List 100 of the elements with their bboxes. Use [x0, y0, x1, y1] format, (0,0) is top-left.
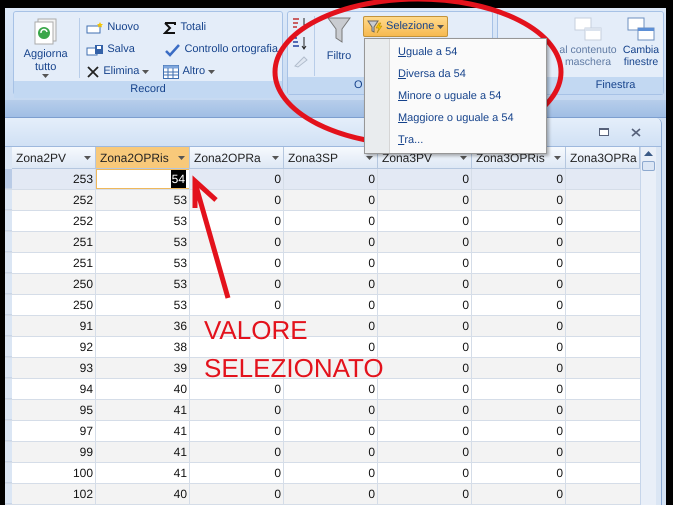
table-cell-text: 0	[368, 192, 375, 209]
table-cell-text: 0	[368, 381, 375, 398]
row-selector[interactable]	[5, 274, 12, 294]
table-cell-text: 41	[174, 465, 187, 482]
table-cell-text: 0	[368, 486, 375, 503]
save-icon	[86, 42, 104, 56]
table-cell-text: 0	[368, 402, 375, 419]
menu-item[interactable]: Uguale a 54	[390, 41, 520, 63]
row-selector[interactable]	[5, 232, 12, 252]
dropdown-caret-icon	[272, 156, 279, 160]
table-cell-text: 0	[556, 465, 563, 482]
ribbon-button[interactable]: Elimina	[86, 62, 158, 81]
row-selector[interactable]	[5, 484, 12, 504]
table-icon	[163, 64, 180, 78]
table-cell-text: 0	[556, 381, 563, 398]
ribbon-button[interactable]: Salva	[86, 40, 158, 59]
table-cell-text: 0	[368, 276, 375, 293]
maximize-icon[interactable]	[599, 128, 609, 136]
table-cell-text: 53	[174, 255, 187, 272]
table-cell-text: 252	[72, 213, 93, 230]
row-selector[interactable]	[5, 316, 12, 336]
table-cell-text: 41	[174, 444, 187, 461]
table-cell-text: 36	[174, 318, 187, 335]
row-selector[interactable]	[5, 253, 12, 273]
table-cell-text: 0	[462, 381, 469, 398]
dropdown-caret-icon	[554, 156, 561, 160]
table-cell-text: 251	[72, 234, 93, 251]
table-cell-text: 102	[72, 486, 93, 503]
row-selector[interactable]	[5, 463, 12, 483]
ribbon-button[interactable]: Totali	[163, 18, 278, 37]
table-cell-text: 41	[174, 402, 187, 419]
row-selector[interactable]	[5, 379, 12, 399]
table-cell-text: 99	[80, 444, 93, 461]
table-cell-text: 0	[556, 213, 563, 230]
table-cell-text: 0	[462, 234, 469, 251]
table-cell-text: 38	[174, 339, 187, 356]
table-cell-text: 0	[274, 192, 281, 209]
new-record-icon	[86, 20, 104, 34]
table-cell-text: 0	[274, 381, 281, 398]
table-cell-text: 0	[274, 276, 281, 293]
row-selector[interactable]	[5, 211, 12, 231]
row-selector[interactable]	[5, 295, 12, 315]
table-cell-text: 53	[174, 297, 187, 314]
row-selector[interactable]	[5, 337, 12, 357]
table-cell-text: 0	[368, 318, 375, 335]
table-cell-text: 0	[462, 444, 469, 461]
dropdown-caret-icon	[84, 156, 91, 160]
table-cell-text: 0	[274, 213, 281, 230]
table-cell-text: 0	[274, 486, 281, 503]
table-cell-text: 0	[556, 360, 563, 377]
funnel-icon	[327, 16, 351, 44]
table-cell-text: 0	[462, 423, 469, 440]
annotation-text: VALORE	[204, 314, 308, 346]
filter-button[interactable]: Filtro	[321, 16, 357, 64]
table-cell-text: 0	[368, 213, 375, 230]
column-header[interactable]: Zona2PV	[12, 147, 96, 169]
row-selector[interactable]	[5, 421, 12, 441]
selection-button[interactable]: Selezione	[363, 16, 448, 37]
table-cell-text: 0	[462, 171, 469, 188]
row-selector[interactable]	[5, 442, 12, 462]
ribbon-button[interactable]: Altro	[163, 62, 278, 81]
column-header[interactable]: Zona2OPRis	[96, 147, 190, 169]
column-header[interactable]: Zona2OPRa	[190, 147, 284, 169]
table-cell-text: 0	[462, 486, 469, 503]
table-cell-text: 251	[72, 255, 93, 272]
table-cell-text: 0	[556, 255, 563, 272]
delete-x-icon	[86, 64, 100, 78]
table-cell-text: 0	[368, 171, 375, 188]
table-cell-text: 0	[368, 297, 375, 314]
window-button[interactable]: Cambia finestre	[620, 16, 662, 68]
table-cell-text: 250	[72, 297, 93, 314]
table-cell-text: 0	[462, 192, 469, 209]
sort-descending-icon[interactable]	[292, 35, 308, 51]
vertical-scrollbar[interactable]	[640, 147, 656, 505]
spell-check-icon	[163, 42, 182, 56]
table-cell-text: 0	[462, 255, 469, 272]
ribbon-button[interactable]: Controllo ortografia	[163, 40, 278, 59]
table-cell-text: 0	[556, 444, 563, 461]
table-cell-text: 0	[556, 234, 563, 251]
close-icon[interactable]	[631, 128, 641, 136]
dropdown-caret-icon	[178, 156, 185, 160]
row-selector[interactable]	[5, 190, 12, 210]
dropdown-caret-icon	[42, 74, 50, 78]
row-selector[interactable]	[5, 358, 12, 378]
table-cell-text: 0	[274, 444, 281, 461]
table-cell-text: 53	[174, 213, 187, 230]
ribbon-button[interactable]: Nuovo	[86, 18, 158, 37]
column-header[interactable]: Zona3SP	[284, 147, 378, 169]
table-cell-text: 40	[174, 381, 187, 398]
row-selector[interactable]	[5, 400, 12, 420]
table-cell-text: 93	[80, 360, 93, 377]
scrollbar-thumb[interactable]	[642, 161, 655, 171]
table-cell-text: 0	[556, 318, 563, 335]
column-header[interactable]: Zona3OPRa	[566, 147, 640, 169]
row-selector[interactable]	[5, 169, 12, 189]
menu-item[interactable]: Maggiore o uguale a 54	[390, 107, 520, 129]
table-cell-text: 0	[556, 192, 563, 209]
table-cell-text: 92	[80, 339, 93, 356]
table-cell-text: 0	[462, 276, 469, 293]
refresh-all-button[interactable]: Aggiorna tutto	[18, 18, 74, 78]
